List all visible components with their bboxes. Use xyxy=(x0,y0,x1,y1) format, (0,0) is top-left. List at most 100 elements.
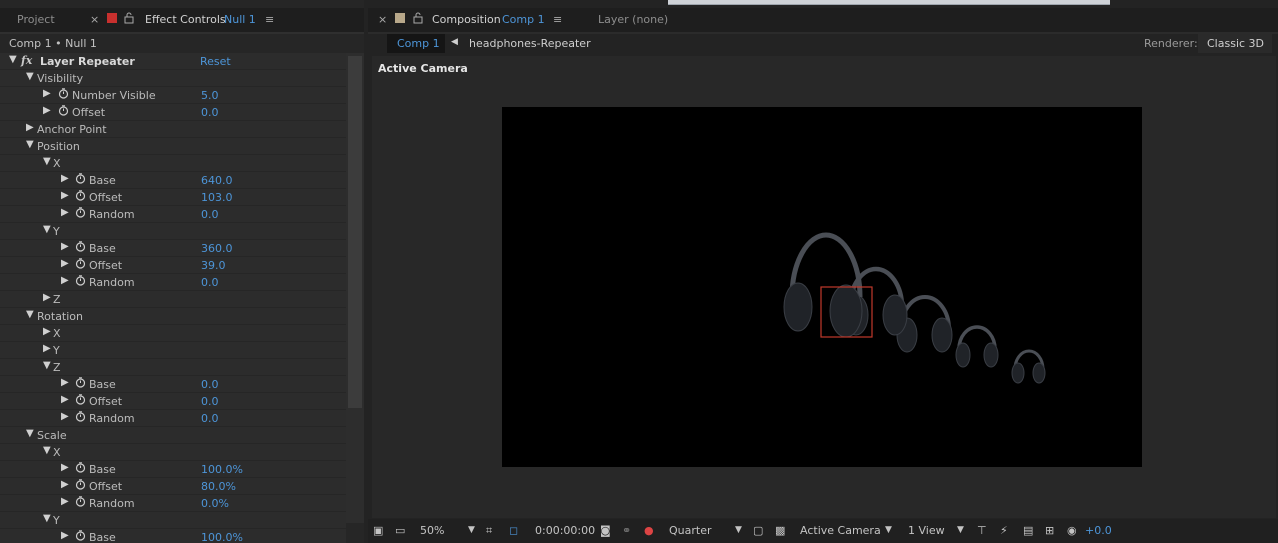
layout-dropdown[interactable]: 1 View xyxy=(908,524,945,537)
stopwatch-icon[interactable] xyxy=(75,190,86,201)
property-value[interactable]: 0.0 xyxy=(201,276,219,289)
effect-controls-layer-name[interactable]: Null 1 xyxy=(224,13,256,26)
twirl-down-icon[interactable]: ▼ xyxy=(9,54,17,65)
twirl-down-icon[interactable]: ▼ xyxy=(43,445,51,456)
stopwatch-icon[interactable] xyxy=(75,530,86,541)
property-row[interactable]: ▶ Base 0.0 xyxy=(0,376,346,393)
property-row[interactable]: ▼ Visibility xyxy=(0,70,346,87)
twirl-down-icon[interactable]: ▼ xyxy=(26,428,34,439)
close-icon[interactable]: × xyxy=(378,13,387,26)
property-row[interactable]: ▶ Z xyxy=(0,291,346,308)
twirl-right-icon[interactable]: ▶ xyxy=(61,530,69,541)
twirl-right-icon[interactable]: ▶ xyxy=(43,105,51,116)
show-snapshot-icon[interactable]: ⚭ xyxy=(622,524,631,537)
property-row[interactable]: ▼ Z xyxy=(0,359,346,376)
twirl-down-icon[interactable]: ▼ xyxy=(26,139,34,150)
property-row[interactable]: ▶ Offset 103.0 xyxy=(0,189,346,206)
property-row[interactable]: ▶ Random 0.0 xyxy=(0,410,346,427)
timeline-icon[interactable]: ▤ xyxy=(1023,524,1033,537)
stopwatch-icon[interactable] xyxy=(75,258,86,269)
twirl-down-icon[interactable]: ▼ xyxy=(26,309,34,320)
property-row[interactable]: ▼ Rotation xyxy=(0,308,346,325)
twirl-right-icon[interactable]: ▶ xyxy=(61,411,69,422)
property-row[interactable]: ▶ Offset 0.0 xyxy=(0,104,346,121)
lock-icon[interactable] xyxy=(413,12,423,27)
snapshot-icon[interactable]: ◙ xyxy=(600,524,611,537)
property-row[interactable]: ▶ Random 0.0 xyxy=(0,274,346,291)
renderer-dropdown[interactable]: Classic 3D xyxy=(1198,34,1272,53)
property-row[interactable]: ▼ Y xyxy=(0,223,346,240)
stopwatch-icon[interactable] xyxy=(75,462,86,473)
stopwatch-icon[interactable] xyxy=(58,105,69,116)
safe-margins-icon[interactable]: ⌗ xyxy=(486,524,492,538)
panel-menu-icon[interactable]: ≡ xyxy=(553,13,562,26)
twirl-right-icon[interactable]: ▶ xyxy=(43,343,51,354)
composition-name[interactable]: Comp 1 xyxy=(502,13,545,26)
stopwatch-icon[interactable] xyxy=(75,377,86,388)
tab-project[interactable]: Project xyxy=(17,13,55,26)
twirl-right-icon[interactable]: ▶ xyxy=(43,326,51,337)
twirl-right-icon[interactable]: ▶ xyxy=(61,173,69,184)
stopwatch-icon[interactable] xyxy=(75,496,86,507)
twirl-right-icon[interactable]: ▶ xyxy=(61,207,69,218)
composition-frame[interactable] xyxy=(502,107,1142,467)
twirl-right-icon[interactable]: ▶ xyxy=(61,258,69,269)
scrollbar-thumb[interactable] xyxy=(348,56,362,408)
stopwatch-icon[interactable] xyxy=(75,241,86,252)
property-row[interactable]: ▶ Number Visible 5.0 xyxy=(0,87,346,104)
property-row[interactable]: ▶ Offset 80.0% xyxy=(0,478,346,495)
twirl-right-icon[interactable]: ▶ xyxy=(43,88,51,99)
property-value[interactable]: 360.0 xyxy=(201,242,233,255)
twirl-down-icon[interactable]: ▼ xyxy=(43,156,51,167)
tab-effect-controls[interactable]: Effect Controls xyxy=(145,13,226,26)
property-row[interactable]: ▶ Offset 39.0 xyxy=(0,257,346,274)
property-value[interactable]: 0.0 xyxy=(201,208,219,221)
triangle-left-icon[interactable]: ◀ xyxy=(451,37,458,47)
view-dropdown[interactable]: Active Camera xyxy=(800,524,881,537)
property-row[interactable]: ▼ Scale xyxy=(0,427,346,444)
property-value[interactable]: 0.0 xyxy=(201,106,219,119)
stopwatch-icon[interactable] xyxy=(75,275,86,286)
twirl-down-icon[interactable]: ▼ xyxy=(43,224,51,235)
property-row[interactable]: ▶ Offset 0.0 xyxy=(0,393,346,410)
tab-composition[interactable]: Composition xyxy=(432,13,501,26)
twirl-right-icon[interactable]: ▶ xyxy=(61,190,69,201)
color-channels-icon[interactable]: ● xyxy=(644,524,654,537)
property-value[interactable]: 0.0 xyxy=(201,412,219,425)
property-row[interactable]: ▶ Random 0.0 xyxy=(0,206,346,223)
property-value[interactable]: 640.0 xyxy=(201,174,233,187)
twirl-right-icon[interactable]: ▶ xyxy=(61,496,69,507)
stopwatch-icon[interactable] xyxy=(75,411,86,422)
close-icon[interactable]: × xyxy=(90,13,99,26)
twirl-right-icon[interactable]: ▶ xyxy=(26,122,34,133)
property-row[interactable]: ▶ X xyxy=(0,325,346,342)
property-row[interactable]: ▶ Base 100.0% xyxy=(0,461,346,478)
property-value[interactable]: 5.0 xyxy=(201,89,219,102)
property-row[interactable]: ▶ Base 360.0 xyxy=(0,240,346,257)
comp-button[interactable]: Comp 1 xyxy=(387,34,445,53)
lock-icon[interactable] xyxy=(124,12,134,27)
exposure-value[interactable]: +0.0 xyxy=(1085,524,1112,537)
region-of-interest-icon[interactable]: ▢ xyxy=(753,524,763,537)
fx-icon[interactable]: fx xyxy=(21,54,32,67)
property-value[interactable]: 0.0 xyxy=(201,395,219,408)
stopwatch-icon[interactable] xyxy=(75,394,86,405)
chevron-down-icon[interactable]: ▼ xyxy=(885,525,892,535)
twirl-right-icon[interactable]: ▶ xyxy=(43,292,51,303)
property-row[interactable]: ▶ Random 0.0% xyxy=(0,495,346,512)
twirl-right-icon[interactable]: ▶ xyxy=(61,394,69,405)
property-row[interactable]: ▼ Y xyxy=(0,512,346,529)
twirl-right-icon[interactable]: ▶ xyxy=(61,377,69,388)
timecode[interactable]: 0:00:00:00 xyxy=(535,524,595,537)
property-row[interactable]: ▼ X xyxy=(0,444,346,461)
property-value[interactable]: 0.0% xyxy=(201,497,229,510)
layer-path[interactable]: headphones-Repeater xyxy=(469,37,591,50)
exposure-reset-icon[interactable]: ◉ xyxy=(1067,524,1077,537)
property-row[interactable]: ▼ X xyxy=(0,155,346,172)
reset-button[interactable]: Reset xyxy=(200,55,231,68)
zoom-value[interactable]: 50% xyxy=(420,524,444,537)
resolution-dropdown[interactable]: Quarter xyxy=(669,524,712,537)
property-value[interactable]: 100.0% xyxy=(201,463,243,476)
stopwatch-icon[interactable] xyxy=(75,173,86,184)
transparency-grid-icon[interactable]: ▩ xyxy=(775,524,785,537)
